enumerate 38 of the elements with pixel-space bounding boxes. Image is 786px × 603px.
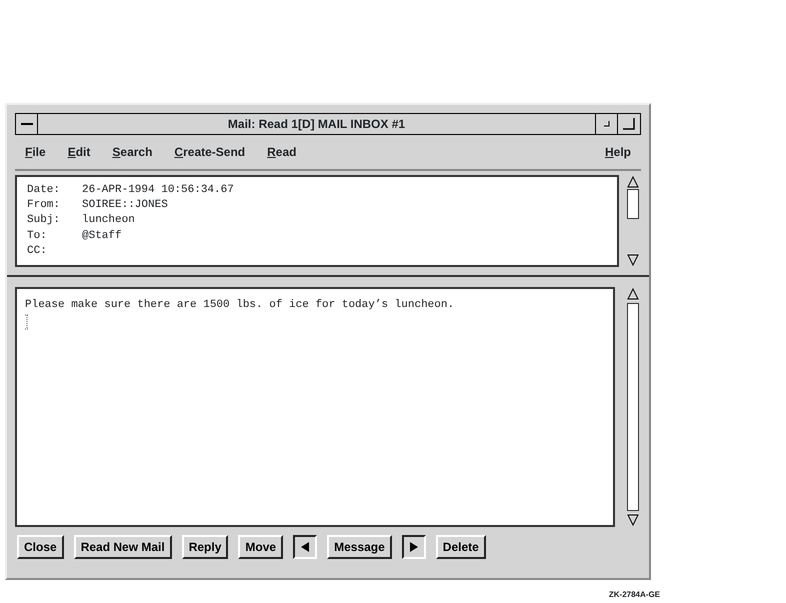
- action-button[interactable]: Read New Mail: [74, 535, 172, 559]
- field-label: From:: [27, 198, 62, 214]
- field-label: To:: [27, 228, 48, 244]
- field-value: 26-APR-1994 10:56:34.67: [82, 183, 235, 198]
- field-label: Date:: [27, 183, 62, 198]
- menu-item[interactable]: Edit: [68, 143, 90, 161]
- scroll-down-icon[interactable]: [626, 513, 640, 527]
- minimize-icon: [604, 121, 610, 127]
- scroll-thumb[interactable]: [627, 189, 639, 219]
- field-label: Subj:: [27, 213, 62, 228]
- left-triangle-icon: [300, 542, 310, 552]
- menu-item[interactable]: Help: [604, 143, 631, 161]
- window-title: Mail: Read 1[D] MAIL INBOX #1: [38, 114, 596, 134]
- action-button[interactable]: Message: [327, 535, 392, 559]
- right-triangle-icon: [408, 542, 419, 552]
- field-value: luncheon: [82, 213, 136, 228]
- next-button[interactable]: [402, 535, 426, 559]
- menu-item[interactable]: Create-Send: [174, 143, 246, 161]
- menu-item[interactable]: Search: [112, 143, 152, 161]
- previous-button[interactable]: [293, 535, 318, 559]
- field-value: SOIREE::JONES: [82, 198, 169, 214]
- scroll-thumb[interactable]: [627, 303, 639, 511]
- action-button[interactable]: Move: [238, 535, 284, 559]
- text-cursor-icon: [25, 314, 29, 330]
- menu-item[interactable]: Read: [267, 143, 296, 161]
- action-button[interactable]: Reply: [182, 535, 228, 559]
- scroll-up-icon[interactable]: [626, 287, 640, 301]
- action-button[interactable]: Delete: [436, 535, 486, 559]
- message-text: Please make sure there are 1500 lbs. of ice for today’s luncheon.: [25, 298, 456, 313]
- figure-id: ZK-2784A-GE: [608, 589, 660, 601]
- field-label: CC:: [27, 244, 48, 259]
- scroll-down-icon[interactable]: [626, 253, 640, 267]
- menu-item[interactable]: File: [25, 143, 46, 161]
- maximize-icon: [623, 118, 635, 130]
- action-button[interactable]: Close: [17, 535, 64, 559]
- minus-icon: [20, 122, 32, 126]
- scroll-up-icon[interactable]: [626, 175, 640, 189]
- field-value: @Staff: [82, 228, 123, 244]
